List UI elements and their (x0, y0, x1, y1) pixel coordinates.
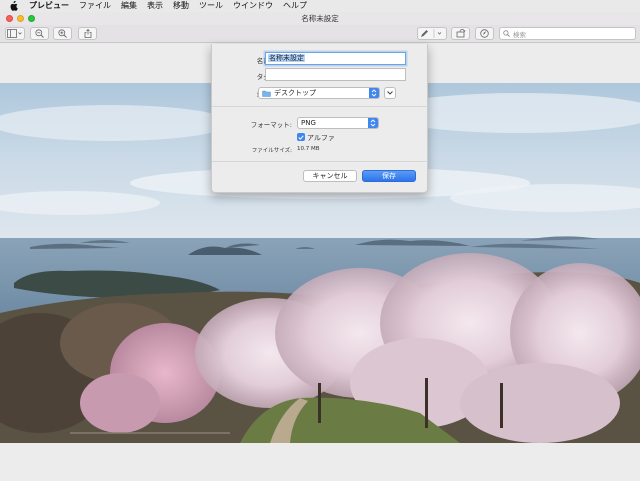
menu-view[interactable]: 表示 (147, 0, 163, 12)
menu-tools[interactable]: ツール (199, 0, 223, 12)
annotate-icon (480, 29, 489, 38)
sidebar-icon (7, 29, 22, 38)
rotate-button[interactable] (451, 27, 470, 40)
folder-icon (262, 90, 271, 97)
pen-icon (421, 29, 442, 38)
name-field-value: 名称未設定 (268, 54, 305, 62)
menu-bar: プレビュー ファイル 編集 表示 移動 ツール ウインドウ ヘルプ (0, 0, 640, 12)
apple-icon[interactable] (9, 1, 19, 11)
zoom-out-button[interactable] (30, 27, 49, 40)
annotate-button[interactable] (475, 27, 494, 40)
divider (212, 161, 428, 162)
menu-go[interactable]: 移動 (173, 0, 189, 12)
menu-window[interactable]: ウインドウ (233, 0, 273, 12)
cancel-button[interactable]: キャンセル (303, 170, 357, 182)
divider (212, 106, 428, 107)
rotate-icon (456, 29, 466, 38)
menu-preview[interactable]: プレビュー (29, 0, 69, 12)
checkmark-icon (298, 134, 304, 140)
filesize-label: ファイルサイズ: (251, 148, 292, 154)
filesize-value: 10.7 MB (297, 146, 320, 152)
name-field[interactable]: 名称未設定 (265, 52, 406, 65)
menu-help[interactable]: ヘルプ (283, 0, 307, 12)
format-label: フォーマット: (250, 121, 292, 129)
markup-button[interactable] (417, 27, 447, 40)
toolbar: 検索 (0, 25, 640, 43)
save-dialog: 名前: 名称未設定 タグ: 場所: デスクトップ フォーマット: PNG アルフ… (211, 44, 428, 193)
search-icon (503, 30, 510, 37)
zoom-in-button[interactable] (53, 27, 72, 40)
menu-edit[interactable]: 編集 (121, 0, 137, 12)
alpha-checkbox[interactable] (297, 133, 305, 141)
location-popup[interactable]: デスクトップ (258, 87, 380, 99)
window-title: 名称未設定 (301, 14, 339, 23)
format-value: PNG (301, 119, 316, 127)
share-icon (84, 29, 91, 38)
format-popup[interactable]: PNG (297, 117, 379, 129)
share-button[interactable] (78, 27, 97, 40)
title-bar: 名称未設定 (0, 12, 640, 25)
chevron-down-icon (387, 91, 393, 95)
zoom-out-icon (35, 29, 44, 38)
sidebar-toggle-button[interactable] (5, 27, 25, 40)
menu-file[interactable]: ファイル (79, 0, 111, 12)
alpha-label: アルファ (307, 134, 335, 142)
location-value: デスクトップ (274, 89, 316, 97)
location-popup-arrow-icon (369, 88, 379, 98)
expand-dialog-button[interactable] (384, 87, 396, 99)
search-placeholder: 検索 (513, 30, 526, 39)
format-popup-arrow-icon (368, 118, 378, 128)
tag-field[interactable] (265, 68, 406, 81)
zoom-in-icon (58, 29, 67, 38)
search-field[interactable]: 検索 (499, 27, 636, 40)
save-button[interactable]: 保存 (362, 170, 416, 182)
